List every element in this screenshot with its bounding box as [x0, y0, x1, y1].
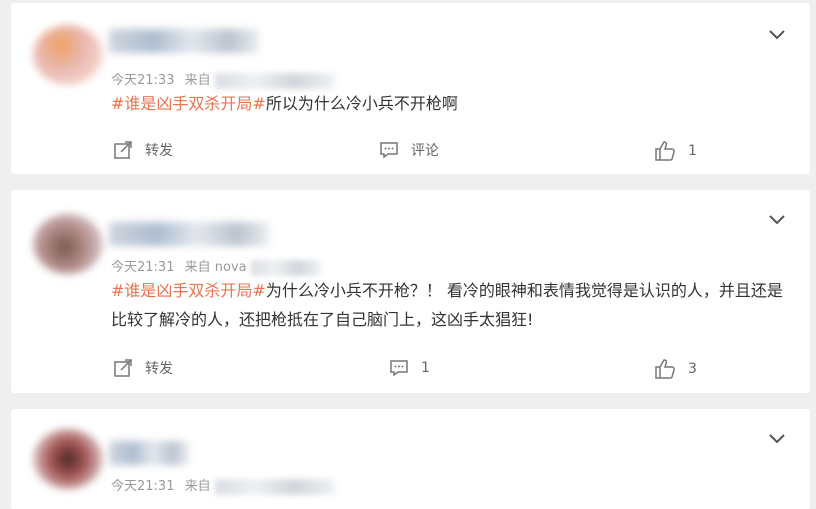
repost-button[interactable]: 转发 — [113, 358, 173, 378]
username[interactable] — [109, 441, 189, 465]
comment-meta: 今天21:33 来自 — [111, 69, 335, 89]
comment-body: 所以为什么冷小兵不开枪啊 — [265, 94, 458, 113]
comment-count: 1 — [421, 360, 430, 376]
source-label: 来自 — [184, 73, 211, 88]
hashtag-link[interactable]: #谁是凶手双杀开局# — [111, 281, 266, 300]
repost-icon — [114, 141, 132, 159]
source-device — [214, 72, 335, 89]
like-count: 1 — [688, 143, 697, 159]
chevron-down-icon[interactable] — [768, 25, 786, 43]
repost-button[interactable]: 转发 — [113, 140, 173, 160]
chevron-down-icon[interactable] — [768, 429, 786, 447]
timestamp[interactable]: 今天21:31 — [111, 479, 174, 494]
repost-label: 转发 — [145, 143, 173, 159]
source-device-blur — [250, 259, 321, 276]
username[interactable] — [109, 29, 259, 53]
comment-meta: 今天21:31 来自 nova — [111, 256, 321, 276]
chevron-down-icon[interactable] — [768, 210, 786, 228]
avatar[interactable] — [33, 214, 103, 274]
source-device — [214, 478, 335, 495]
source-label: 来自 — [184, 260, 211, 275]
comment-text: #谁是凶手双杀开局#为什么冷小兵不开枪？！ 看冷的眼神和表情我觉得是认识的人，并… — [111, 276, 791, 334]
comment-label: 评论 — [411, 143, 439, 159]
like-count: 3 — [688, 361, 697, 377]
action-bar: 转发 评论 1 — [111, 140, 711, 162]
like-icon — [655, 359, 675, 379]
repost-icon — [114, 359, 132, 377]
action-bar: 转发 1 3 — [111, 358, 711, 380]
comment-meta: 今天21:31 来自 — [111, 475, 335, 495]
comment-icon — [380, 142, 398, 159]
avatar[interactable] — [33, 429, 103, 489]
timestamp[interactable]: 今天21:33 — [111, 73, 174, 88]
timestamp[interactable]: 今天21:31 — [111, 260, 174, 275]
username[interactable] — [109, 222, 269, 246]
comment-text: #谁是凶手双杀开局#所以为什么冷小兵不开枪啊 — [111, 89, 791, 118]
like-button[interactable]: 1 — [654, 140, 697, 162]
comment-button[interactable]: 1 — [389, 358, 430, 378]
source-label: 来自 — [184, 479, 211, 494]
comment-card: 今天21:31 来自 — [11, 409, 810, 509]
comment-button[interactable]: 评论 — [379, 140, 439, 160]
like-icon — [655, 141, 675, 161]
source-device: nova — [214, 260, 247, 275]
like-button[interactable]: 3 — [654, 358, 697, 380]
avatar[interactable] — [33, 25, 103, 85]
comment-card: 今天21:33 来自 #谁是凶手双杀开局#所以为什么冷小兵不开枪啊 转发 评论 … — [11, 3, 810, 174]
comment-icon — [390, 360, 408, 377]
comment-card: 今天21:31 来自 nova #谁是凶手双杀开局#为什么冷小兵不开枪？！ 看冷… — [11, 190, 810, 393]
repost-label: 转发 — [145, 361, 173, 377]
hashtag-link[interactable]: #谁是凶手双杀开局# — [111, 94, 266, 113]
